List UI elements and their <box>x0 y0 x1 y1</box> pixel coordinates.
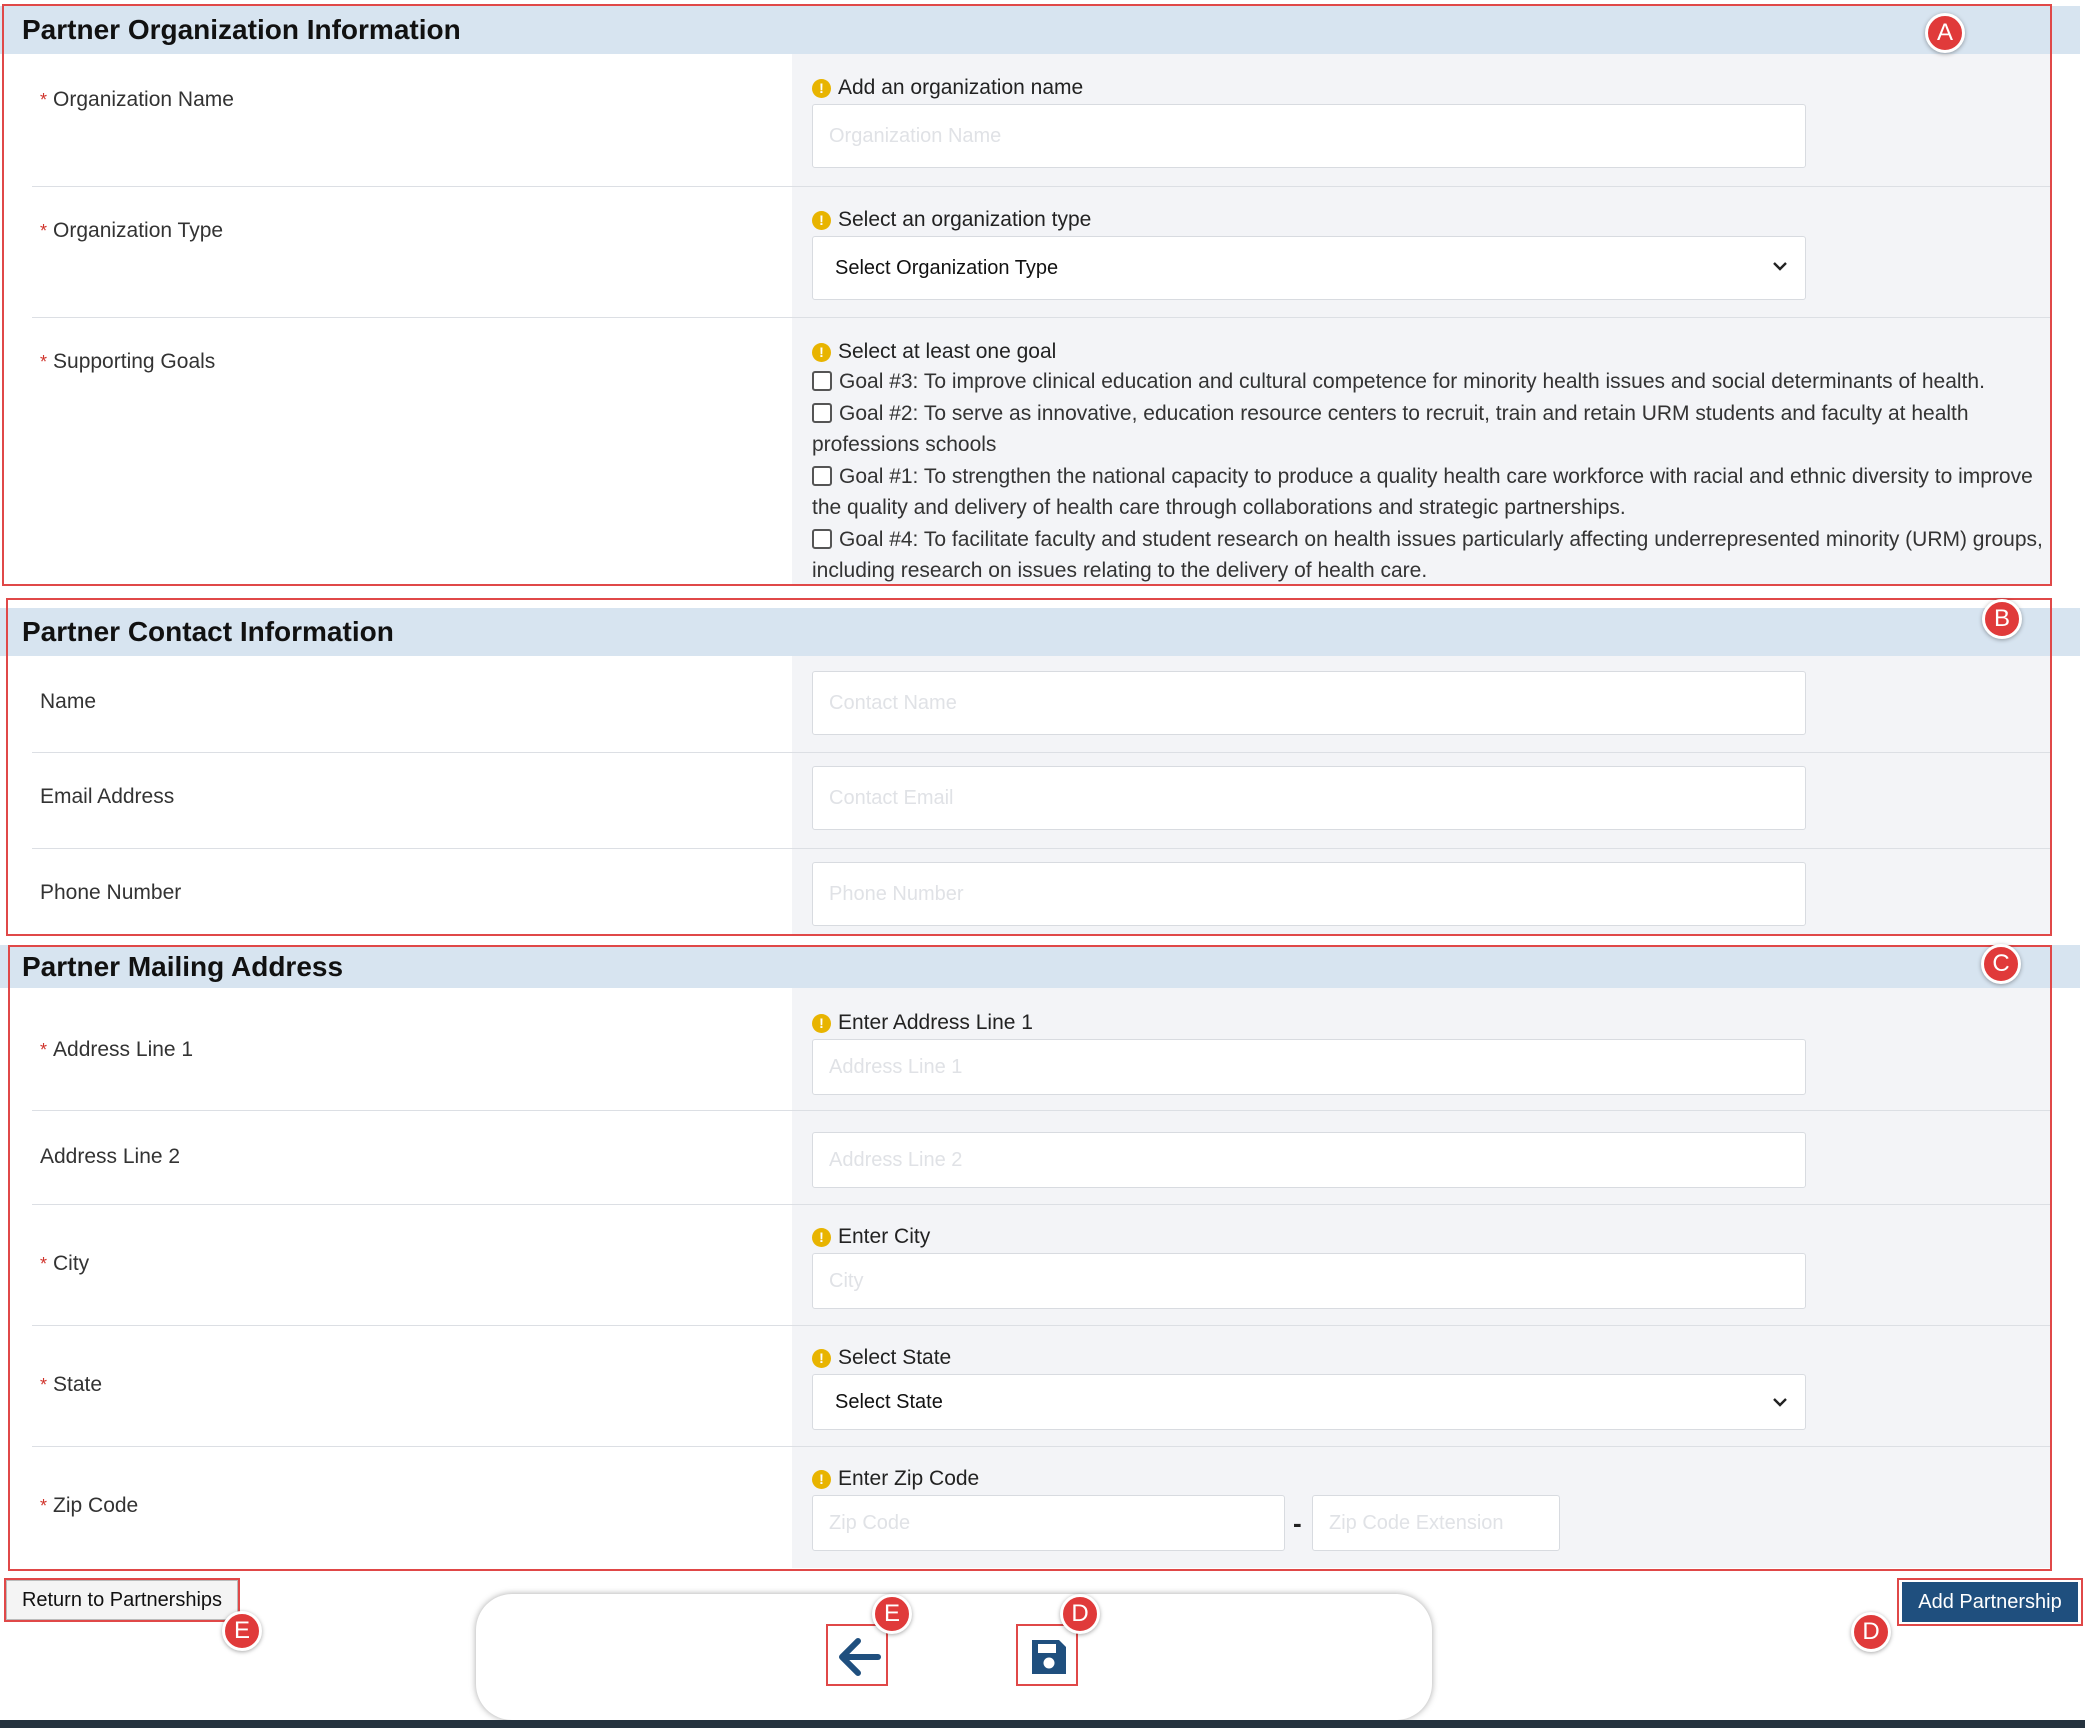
zip-code-input[interactable] <box>812 1495 1285 1551</box>
goal-item: Goal #2: To serve as innovative, educati… <box>812 402 1969 456</box>
contact-section-header: Partner Contact Information <box>0 608 2080 656</box>
goal-item: Goal #3: To improve clinical education a… <box>812 366 2050 397</box>
contact-email-input[interactable] <box>812 766 1806 830</box>
return-to-partnerships-button[interactable]: Return to Partnerships <box>6 1580 238 1620</box>
annotation-marker-c: C <box>1981 944 2021 984</box>
annotation-marker-e: E <box>872 1594 912 1634</box>
zip-hint: ! Enter Zip Code <box>812 1467 979 1491</box>
contact-section-title: Partner Contact Information <box>22 616 394 647</box>
zip-extension-input[interactable] <box>1312 1495 1560 1551</box>
city-input[interactable] <box>812 1253 1806 1309</box>
goal-item: Goal #4: To facilitate faculty and stude… <box>812 528 2043 582</box>
required-marker: * <box>40 221 48 241</box>
org-type-hint: ! Select an organization type <box>812 208 1091 232</box>
org-type-select[interactable]: Select Organization Type <box>812 236 1806 300</box>
org-name-label: * Organization Name <box>40 88 234 111</box>
warning-icon: ! <box>812 78 831 98</box>
warning-icon: ! <box>812 1013 831 1033</box>
save-button[interactable] <box>1018 1626 1080 1688</box>
add-partnership-button[interactable]: Add Partnership <box>1902 1582 2078 1622</box>
warning-icon: ! <box>812 1348 831 1368</box>
floppy-disk-icon <box>1032 1640 1066 1674</box>
org-section: Partner Organization Information * Organi… <box>0 0 2085 586</box>
goal-4-checkbox[interactable] <box>812 529 832 549</box>
row-divider <box>32 1204 2050 1205</box>
annotation-marker-b: B <box>1982 599 2022 639</box>
annotation-marker-d: D <box>1060 1594 1100 1634</box>
zip-separator: - <box>1293 1508 1302 1538</box>
state-select[interactable]: Select State <box>812 1374 1806 1430</box>
annotation-marker-e: E <box>222 1611 262 1651</box>
contact-name-label: Name <box>40 690 97 713</box>
warning-icon: ! <box>812 210 831 230</box>
contact-name-input[interactable] <box>812 671 1806 735</box>
org-name-hint: ! Add an organization name <box>812 76 1083 100</box>
contact-phone-input[interactable] <box>812 862 1806 926</box>
required-marker: * <box>40 1040 48 1060</box>
goals-label: * Supporting Goals <box>40 350 216 373</box>
goals-hint: ! Select at least one goal <box>812 340 1056 364</box>
contact-phone-label: Phone Number <box>40 881 182 904</box>
goal-3-checkbox[interactable] <box>812 371 832 391</box>
required-marker: * <box>40 352 48 372</box>
row-divider <box>32 1110 2050 1111</box>
org-type-select-value: Select Organization Type <box>835 256 1059 279</box>
required-marker: * <box>40 1496 48 1516</box>
required-marker: * <box>40 1254 48 1274</box>
contact-section: Partner Contact Information Name Email A… <box>0 598 2085 938</box>
city-label: * City <box>40 1252 90 1275</box>
chevron-down-icon <box>1773 1398 1787 1407</box>
state-label: * State <box>40 1373 103 1396</box>
row-divider <box>32 186 2050 187</box>
warning-icon: ! <box>812 1469 831 1489</box>
goal-item: Goal #1: To strengthen the national capa… <box>812 465 2033 519</box>
back-button[interactable] <box>828 1626 890 1688</box>
floating-toolbar: E D <box>476 1594 1432 1720</box>
address-line1-hint: ! Enter Address Line 1 <box>812 1011 1033 1035</box>
city-hint: ! Enter City <box>812 1225 930 1249</box>
address-section: Partner Mailing Address * Address Line 1 … <box>0 945 2085 1571</box>
state-select-value: Select State <box>835 1390 943 1413</box>
address-line1-label: * Address Line 1 <box>40 1038 194 1061</box>
zip-label: * Zip Code <box>40 1494 139 1517</box>
address-line1-input[interactable] <box>812 1039 1806 1095</box>
row-divider <box>32 1325 2050 1326</box>
row-divider <box>32 1446 2050 1447</box>
goal-1-checkbox[interactable] <box>812 466 832 486</box>
contact-email-label: Email Address <box>40 785 175 808</box>
address-section-header: Partner Mailing Address <box>0 945 2080 988</box>
org-section-header: Partner Organization Information <box>0 6 2080 54</box>
arrow-left-icon <box>839 1638 881 1676</box>
row-divider <box>32 317 2050 318</box>
org-name-input[interactable] <box>812 104 1806 168</box>
org-type-label: * Organization Type <box>40 219 224 242</box>
required-marker: * <box>40 1375 48 1395</box>
warning-icon: ! <box>812 342 831 362</box>
address-section-title: Partner Mailing Address <box>22 951 344 982</box>
annotation-marker-a: A <box>1925 13 1965 53</box>
row-divider <box>32 848 2050 849</box>
address-line2-input[interactable] <box>812 1132 1806 1188</box>
bottom-bar <box>0 1720 2085 1728</box>
address-line2-label: Address Line 2 <box>40 1145 181 1168</box>
goal-2-checkbox[interactable] <box>812 403 832 423</box>
warning-icon: ! <box>812 1227 831 1247</box>
annotation-marker-d: D <box>1851 1612 1891 1652</box>
required-marker: * <box>40 90 48 110</box>
row-divider <box>32 752 2050 753</box>
chevron-down-icon <box>1773 262 1787 271</box>
org-section-title: Partner Organization Information <box>22 14 461 45</box>
state-hint: ! Select State <box>812 1346 951 1370</box>
